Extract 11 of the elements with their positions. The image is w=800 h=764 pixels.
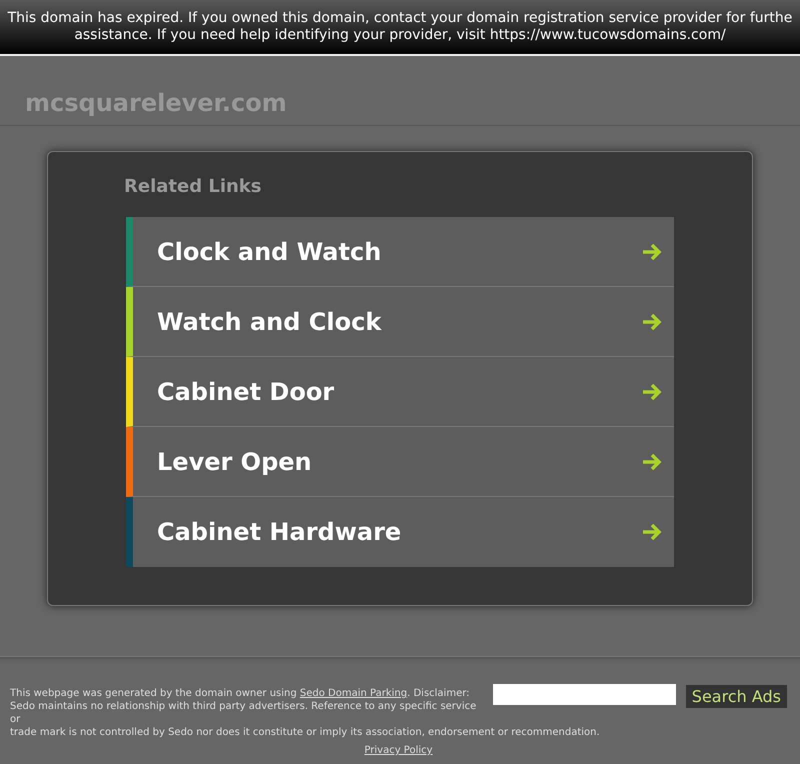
sedo-link[interactable]: Sedo Domain Parking	[300, 688, 408, 699]
related-link[interactable]: Watch and Clock	[126, 287, 674, 357]
related-link[interactable]: Clock and Watch	[126, 217, 674, 287]
panel-heading: Related Links	[124, 176, 262, 197]
related-link[interactable]: Lever Open	[126, 427, 674, 497]
search-ads-button[interactable]: Search Ads	[686, 685, 787, 708]
privacy-policy-link[interactable]: Privacy Policy	[364, 745, 433, 756]
disclaimer-text: trade mark is not controlled by Sedo nor does it constitute or imply its association, endorsement or recommendation.	[10, 726, 601, 739]
expired-notice: This domain has expired. If you owned this domain, contact your domain registration service provider for furthe assistance. If you need help identifying your provider, visit https://www.tucowsdomains.com/	[0, 0, 800, 56]
related-link[interactable]: Cabinet Hardware	[126, 497, 674, 567]
related-link[interactable]: Cabinet Door	[126, 357, 674, 427]
